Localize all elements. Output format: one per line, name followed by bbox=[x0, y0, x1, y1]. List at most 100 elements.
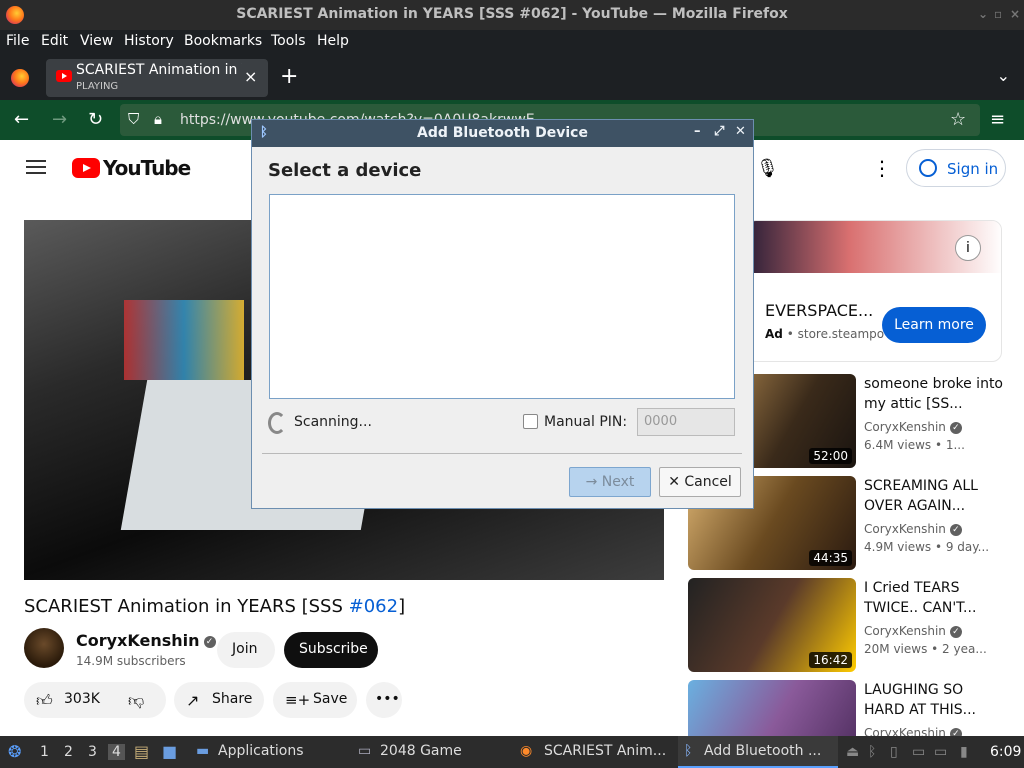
channel-avatar[interactable] bbox=[24, 628, 64, 668]
applications-button[interactable]: ▬ Applications bbox=[194, 736, 344, 768]
shield-icon[interactable]: ⛉ bbox=[128, 110, 139, 128]
ad-title[interactable]: EVERSPACE... bbox=[765, 301, 873, 320]
more-horizontal-icon: ••• bbox=[375, 691, 400, 707]
youtube-logo-icon[interactable] bbox=[72, 158, 100, 178]
dislike-icon[interactable]: 👎︎ bbox=[128, 691, 144, 711]
join-button[interactable]: Join bbox=[217, 632, 275, 668]
minimize-icon[interactable]: ⌄ bbox=[978, 7, 988, 21]
forward-icon[interactable]: → bbox=[52, 109, 67, 130]
next-button[interactable]: → Next bbox=[569, 467, 651, 497]
cancel-button[interactable]: ✕ Cancel bbox=[659, 467, 741, 497]
menu-help[interactable]: Help bbox=[317, 33, 349, 49]
firefox-view-icon[interactable] bbox=[11, 69, 29, 87]
new-tab-icon[interactable]: + bbox=[280, 64, 298, 89]
rec-channel[interactable]: CoryxKenshin ✓ bbox=[864, 522, 962, 536]
channel-name-text[interactable]: CoryxKenshin bbox=[76, 631, 200, 650]
like-count[interactable]: 303K bbox=[64, 691, 100, 707]
close-tab-icon[interactable]: × bbox=[244, 67, 257, 86]
workspace-3[interactable]: 3 bbox=[88, 744, 97, 760]
verified-icon: ✓ bbox=[949, 625, 962, 638]
share-icon: ↗ bbox=[186, 691, 200, 710]
menu-view[interactable]: View bbox=[80, 33, 113, 49]
scanning-status: Scanning... bbox=[294, 414, 372, 430]
sign-in-label: Sign in bbox=[947, 160, 999, 178]
tray-eject-icon[interactable]: ⏏ bbox=[846, 744, 859, 760]
manual-pin-checkbox[interactable] bbox=[523, 414, 538, 429]
rec-channel[interactable]: CoryxKenshin ✓ bbox=[864, 420, 962, 434]
ad-domain: store.steampo bbox=[797, 327, 885, 341]
tab-youtube[interactable]: SCARIEST Animation in Y PLAYING × bbox=[46, 59, 268, 97]
pin-input[interactable]: 0000 bbox=[637, 408, 735, 436]
hamburger-menu-icon[interactable] bbox=[26, 160, 46, 174]
more-options-icon[interactable]: ⋮ bbox=[872, 156, 892, 180]
menu-file[interactable]: File bbox=[6, 33, 29, 49]
device-list[interactable] bbox=[269, 194, 735, 399]
microphone-icon[interactable]: 🎙︎ bbox=[756, 158, 779, 179]
taskbar-firefox[interactable]: ◉ SCARIEST Anim... bbox=[518, 736, 668, 768]
app-menu-icon[interactable]: ≡ bbox=[990, 109, 1005, 130]
manual-pin-label[interactable]: Manual PIN: bbox=[544, 414, 627, 430]
recommended-video[interactable]: 16:42 I Cried TEARS TWICE.. CAN'T... Cor… bbox=[688, 578, 1018, 674]
firefox-icon: ◉ bbox=[520, 743, 533, 759]
list-tabs-icon[interactable]: ⌄ bbox=[997, 66, 1010, 85]
rec-channel-text[interactable]: CoryxKenshin bbox=[864, 624, 946, 638]
workspace-4[interactable]: 4 bbox=[108, 744, 125, 760]
lock-icon[interactable]: 🔒︎ bbox=[154, 110, 162, 128]
subscribe-button[interactable]: Subscribe bbox=[284, 632, 378, 668]
rec-title[interactable]: I Cried TEARS TWICE.. CAN'T... bbox=[864, 578, 1004, 618]
sign-in-button[interactable]: Sign in bbox=[906, 149, 1006, 187]
info-icon[interactable]: i bbox=[955, 235, 981, 261]
tray-notes-icon[interactable]: ▭ bbox=[912, 744, 925, 760]
share-button[interactable]: ↗ Share bbox=[174, 682, 264, 718]
menu-edit[interactable]: Edit bbox=[41, 33, 68, 49]
more-actions-button[interactable]: ••• bbox=[366, 682, 402, 718]
dialog-titlebar[interactable]: ᛒ Add Bluetooth Device – ⤢ ✕ bbox=[252, 120, 753, 147]
maximize-icon[interactable]: ▫ bbox=[994, 7, 1002, 21]
window-icon: ▭ bbox=[358, 743, 372, 759]
tray-display-icon[interactable]: ▭ bbox=[934, 744, 947, 760]
taskbar-2048-game[interactable]: ▭ 2048 Game bbox=[356, 736, 506, 768]
clock[interactable]: 6:09 bbox=[990, 744, 1021, 760]
tray-clipboard-icon[interactable]: ▯ bbox=[890, 744, 898, 760]
minimize-icon[interactable]: – bbox=[694, 124, 701, 139]
tab-bar: SCARIEST Animation in Y PLAYING × + ⌄ bbox=[0, 54, 1024, 100]
rec-channel-text[interactable]: CoryxKenshin bbox=[864, 726, 946, 736]
workspace-1[interactable]: 1 bbox=[40, 744, 49, 760]
tray-bluetooth-icon[interactable]: ᛒ bbox=[868, 744, 876, 760]
close-icon[interactable]: ✕ bbox=[735, 124, 746, 139]
menu-history[interactable]: History bbox=[124, 33, 174, 49]
recommended-video[interactable]: LAUGHING SO HARD AT THIS... CoryxKenshin… bbox=[688, 680, 1018, 736]
menu-bookmarks[interactable]: Bookmarks bbox=[184, 33, 262, 49]
rec-title[interactable]: someone broke into my attic [SS... bbox=[864, 374, 1004, 414]
taskbar-bluetooth[interactable]: ᛒ Add Bluetooth ... bbox=[678, 736, 838, 768]
start-menu-icon[interactable]: ❂ bbox=[8, 742, 21, 761]
video-duration: 16:42 bbox=[809, 652, 852, 668]
maximize-icon[interactable]: ⤢ bbox=[714, 124, 724, 139]
reload-icon[interactable]: ↻ bbox=[88, 109, 103, 130]
rec-channel-text[interactable]: CoryxKenshin bbox=[864, 522, 946, 536]
video-thumbnail[interactable] bbox=[688, 680, 856, 736]
channel-name[interactable]: CoryxKenshin ✓ bbox=[76, 631, 216, 650]
save-button[interactable]: ≡+ Save bbox=[273, 682, 357, 718]
bookmark-star-icon[interactable]: ☆ bbox=[950, 109, 966, 130]
menu-tools[interactable]: Tools bbox=[271, 33, 306, 49]
show-desktop-icon[interactable]: ■ bbox=[162, 742, 177, 761]
video-thumbnail[interactable]: 16:42 bbox=[688, 578, 856, 672]
file-manager-icon[interactable]: ▤ bbox=[134, 742, 149, 761]
like-icon[interactable]: 👍︎ bbox=[36, 691, 53, 711]
youtube-logo-text[interactable]: YouTube bbox=[103, 156, 191, 180]
verified-icon: ✓ bbox=[949, 421, 962, 434]
close-window-icon[interactable]: × bbox=[1010, 7, 1020, 21]
rec-channel[interactable]: CoryxKenshin ✓ bbox=[864, 726, 962, 736]
taskbar-firefox-label: SCARIEST Anim... bbox=[544, 743, 667, 759]
tray-network-icon[interactable]: ▮ bbox=[960, 744, 968, 760]
sidebar-ad[interactable]: i EVERSPACE... Ad • store.steampo Learn … bbox=[746, 220, 1002, 362]
rec-title[interactable]: SCREAMING ALL OVER AGAIN... bbox=[864, 476, 1004, 516]
workspace-2[interactable]: 2 bbox=[64, 744, 73, 760]
rec-channel[interactable]: CoryxKenshin ✓ bbox=[864, 624, 962, 638]
rec-title[interactable]: LAUGHING SO HARD AT THIS... bbox=[864, 680, 1004, 720]
rec-channel-text[interactable]: CoryxKenshin bbox=[864, 420, 946, 434]
learn-more-button[interactable]: Learn more bbox=[882, 307, 986, 343]
back-icon[interactable]: ← bbox=[14, 109, 29, 130]
hashtag-link[interactable]: #062 bbox=[349, 596, 398, 617]
